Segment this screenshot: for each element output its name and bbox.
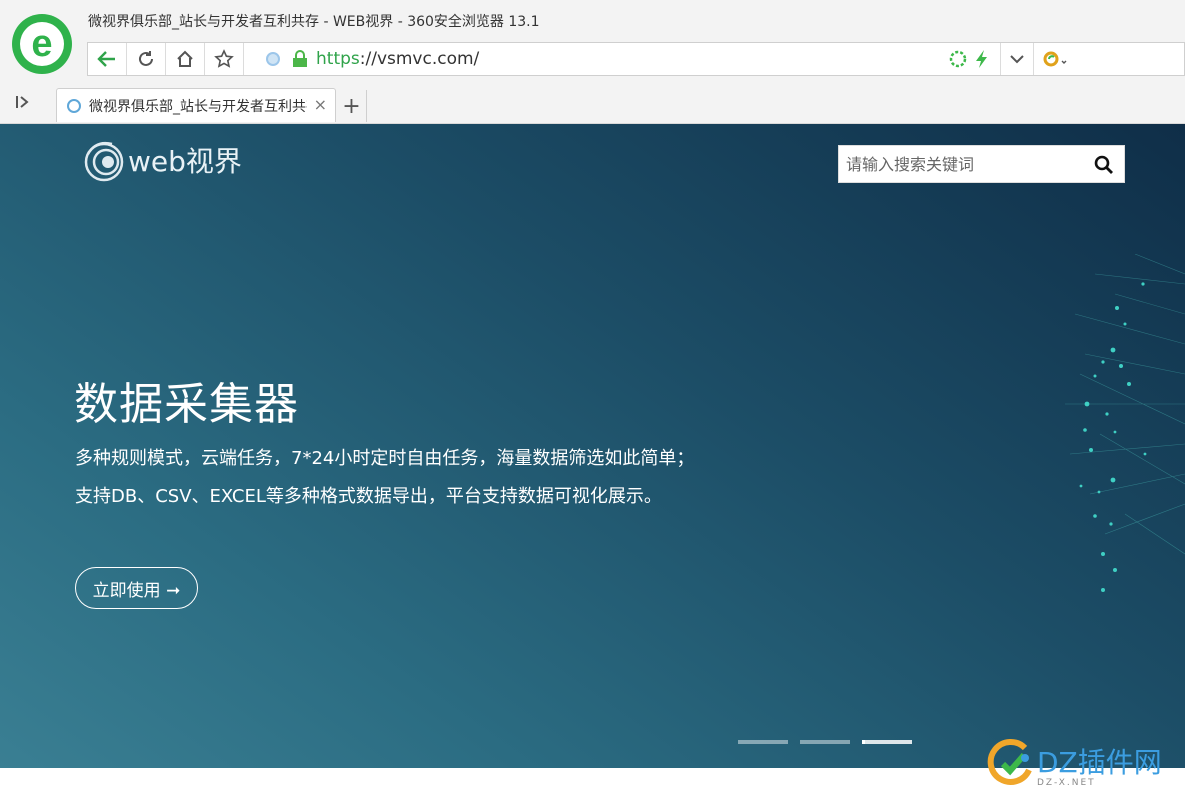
site-favicon-icon — [266, 52, 280, 66]
carousel-indicators — [738, 740, 924, 744]
watermark-subtext: DZ-X.NET — [1037, 778, 1096, 788]
home-icon — [177, 50, 193, 67]
url-field[interactable]: https://vsmvc.com/ — [266, 43, 479, 75]
search-engine-icon — [1043, 51, 1067, 67]
tab-favicon-icon — [67, 98, 81, 113]
site-logo[interactable]: web视界 — [82, 138, 242, 182]
dz-logo-icon — [987, 739, 1032, 785]
sidebar-toggle-icon — [16, 96, 29, 108]
sidebar-toggle-button[interactable] — [14, 94, 36, 114]
back-button[interactable] — [88, 43, 127, 75]
favorite-button[interactable] — [205, 43, 244, 75]
hero-description-line-1: 多种规则模式，云端任务，7*24小时定时自由任务，海量数据筛选如此简单； — [75, 448, 695, 469]
site-logo-swirl-icon — [84, 141, 124, 182]
url-text: https://vsmvc.com/ — [316, 49, 480, 69]
window-title: 微视界俱乐部_站长与开发者互利共存 - WEB视界 - 360安全浏览器 13.… — [88, 14, 540, 30]
hero-title: 数据采集器 — [74, 379, 299, 430]
tab-bar: 微视界俱乐部_站长与开发者互利共存 - WEB视界 × + — [0, 86, 1185, 124]
star-icon — [214, 49, 234, 68]
hero-banner: web视界 数据采集器 多种规则模式，云端任务，7*24小时定时自由任务，海量数… — [0, 124, 1185, 768]
tab-active[interactable]: 微视界俱乐部_站长与开发者互利共存 - WEB视界 × — [56, 88, 336, 122]
browser-chrome: e 微视界俱乐部_站长与开发者互利共存 - WEB视界 - 360安全浏览器 1… — [0, 0, 1185, 124]
tab-close-icon[interactable]: × — [314, 95, 327, 114]
lock-icon — [293, 50, 307, 67]
watermark-text: DZ插件网 — [1037, 746, 1162, 779]
dropdown-button[interactable] — [1000, 43, 1034, 75]
site-search — [838, 145, 1125, 183]
refresh-button[interactable] — [127, 43, 166, 75]
home-button[interactable] — [166, 43, 205, 75]
new-tab-button[interactable]: + — [337, 90, 367, 122]
chevron-down-icon — [1010, 55, 1024, 64]
lightning-icon[interactable] — [974, 49, 990, 69]
back-arrow-icon — [97, 51, 115, 67]
search-icon[interactable] — [1094, 155, 1114, 175]
carousel-dot-3[interactable] — [862, 740, 912, 744]
particle-decoration — [1065, 254, 1185, 592]
search-engine-button[interactable] — [1034, 43, 1184, 75]
browser-logo[interactable]: e — [12, 14, 72, 74]
hero-description-line-2: 支持DB、CSV、EXCEL等多种格式数据导出，平台支持数据可视化展示。 — [75, 486, 662, 507]
address-bar-actions — [948, 43, 1184, 75]
refresh-icon — [139, 51, 153, 66]
tab-title: 微视界俱乐部_站长与开发者互利共存 - WEB视界 — [89, 98, 307, 115]
security-shield-icon[interactable] — [948, 49, 968, 69]
carousel-dot-2[interactable] — [800, 740, 850, 744]
site-logo-text: web视界 — [128, 145, 242, 178]
dz-watermark: DZ插件网 DZ-X.NET — [985, 738, 1162, 788]
carousel-dot-1[interactable] — [738, 740, 788, 744]
address-bar: https://vsmvc.com/ — [87, 42, 1185, 76]
search-input[interactable] — [846, 149, 1086, 179]
browser-logo-letter: e — [20, 22, 64, 66]
start-using-button[interactable]: 立即使用 ➞ — [75, 567, 198, 609]
